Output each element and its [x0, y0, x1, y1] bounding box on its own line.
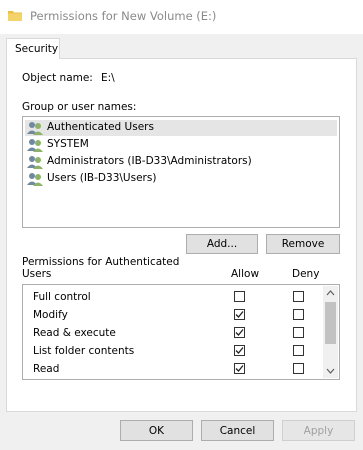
allow-checkbox[interactable] [234, 327, 245, 338]
title-bar: Permissions for New Volume (E:) [0, 0, 363, 34]
list-item-label: SYSTEM [47, 138, 89, 150]
group-user-list[interactable]: Authenticated Users SYSTEM Administrator… [22, 116, 340, 228]
group-names-label: Group or user names: [22, 101, 137, 113]
scroll-down-icon[interactable] [323, 364, 338, 378]
users-icon [27, 122, 43, 135]
list-item[interactable]: Authenticated Users [25, 120, 337, 136]
users-icon [27, 139, 43, 152]
ok-button[interactable]: OK [120, 420, 193, 441]
permissions-label-line1: Permissions for Authenticated [22, 256, 180, 268]
deny-checkbox[interactable] [293, 291, 304, 302]
users-icon [27, 173, 43, 186]
permission-name: Modify [33, 309, 68, 321]
object-name-value: E:\ [101, 72, 115, 84]
table-row: Full control [23, 288, 323, 306]
permission-name: List folder contents [33, 345, 135, 357]
deny-checkbox[interactable] [293, 345, 304, 356]
table-row: Read [23, 360, 323, 378]
scrollbar-thumb[interactable] [325, 302, 336, 344]
list-item-label: Users (IB-D33\Users) [47, 172, 157, 184]
allow-checkbox[interactable] [234, 291, 245, 302]
deny-checkbox[interactable] [293, 363, 304, 374]
checkmark-icon [235, 365, 244, 372]
permission-name: Read [33, 363, 60, 375]
allow-checkbox[interactable] [234, 345, 245, 356]
list-item-label: Authenticated Users [47, 121, 154, 133]
table-row: Modify [23, 306, 323, 324]
folder-icon [8, 11, 22, 21]
tab-security[interactable]: Security [6, 38, 60, 59]
permissions-label-line2: Users [22, 268, 52, 280]
cancel-button[interactable]: Cancel [201, 420, 274, 441]
allow-checkbox[interactable] [234, 309, 245, 320]
table-row: Read & execute [23, 324, 323, 342]
remove-button[interactable]: Remove [266, 234, 340, 254]
deny-checkbox[interactable] [293, 327, 304, 338]
allow-checkbox[interactable] [234, 363, 245, 374]
table-row: List folder contents [23, 342, 323, 360]
deny-checkbox[interactable] [293, 309, 304, 320]
checkmark-icon [235, 329, 244, 336]
permissions-scrollbar[interactable] [323, 286, 338, 378]
table-row [23, 378, 323, 379]
checkmark-icon [235, 347, 244, 354]
tab-label: Security [15, 43, 59, 55]
users-icon [27, 156, 43, 169]
apply-button[interactable]: Apply [282, 420, 355, 441]
checkmark-icon [235, 311, 244, 318]
deny-header: Deny [292, 268, 320, 280]
object-name-label: Object name: [22, 72, 93, 84]
permission-name: Full control [33, 291, 91, 303]
list-item-label: Administrators (IB-D33\Administrators) [47, 155, 252, 167]
add-button[interactable]: Add... [186, 234, 258, 254]
scroll-up-icon[interactable] [323, 286, 338, 300]
window-title: Permissions for New Volume (E:) [30, 9, 217, 23]
permissions-table[interactable]: Full control Modify Read & execute List … [22, 284, 340, 380]
permission-name: Read & execute [33, 327, 116, 339]
allow-header: Allow [231, 268, 260, 280]
